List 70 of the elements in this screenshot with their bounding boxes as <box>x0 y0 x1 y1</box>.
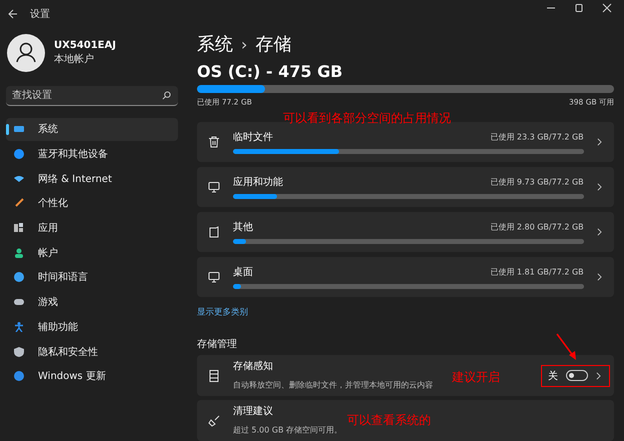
setting-description: 超过 5.00 GB 存储空间可用。 <box>233 424 344 436</box>
category-name: 临时文件 <box>233 130 273 144</box>
category-icon <box>14 297 24 308</box>
storage-sense-card[interactable]: 存储感知 自动释放空间、删除临时文件，并管理本地可用的云内容 建议开启 关 <box>197 355 614 396</box>
category-icon <box>14 149 24 160</box>
storage-icon <box>208 370 220 382</box>
category-card[interactable]: 其他 已使用 2.80 GB/77.2 GB <box>197 212 614 252</box>
annotation-arrow <box>556 333 578 361</box>
account-type: 本地帐户 <box>54 52 95 66</box>
chevron-icon <box>597 183 602 191</box>
chevron-icon <box>597 138 602 146</box>
category-usage: 已使用 1.81 GB/77.2 GB <box>490 267 584 278</box>
document-icon <box>208 226 220 238</box>
category-usage: 已使用 9.73 GB/77.2 GB <box>490 177 584 188</box>
cleanup-card[interactable]: 清理建议 超过 5.00 GB 存储空间可用。 可以查看系统的 <box>197 400 614 441</box>
sidebar-item[interactable]: 辅助功能 <box>6 316 178 338</box>
back-icon[interactable] <box>8 9 18 19</box>
avatar-icon <box>7 34 45 72</box>
section-heading: 存储管理 <box>197 338 238 351</box>
setting-title: 存储感知 <box>233 360 274 373</box>
category-icon <box>14 272 24 282</box>
category-card[interactable]: 桌面 已使用 1.81 GB/77.2 GB <box>197 257 614 297</box>
sidebar-item[interactable]: 系统 <box>6 118 178 141</box>
search-icon <box>162 91 171 100</box>
chevron-icon <box>596 372 601 380</box>
toggle-switch[interactable] <box>566 370 588 381</box>
drive-title: OS (C:) - 475 GB <box>197 62 344 81</box>
chevron-icon <box>597 228 602 236</box>
close-icon[interactable] <box>602 3 612 13</box>
setting-title: 清理建议 <box>233 404 274 418</box>
sidebar-item[interactable]: 个性化 <box>6 192 178 215</box>
category-icon <box>14 174 24 184</box>
breadcrumb-item[interactable]: 系统 <box>197 32 233 56</box>
category-card[interactable]: 应用和功能 已使用 9.73 GB/77.2 GB <box>197 167 614 207</box>
annotation-text: 可以查看系统的 <box>347 412 431 429</box>
category-name: 应用和功能 <box>233 176 283 189</box>
category-usage: 已使用 2.80 GB/77.2 GB <box>490 222 584 233</box>
sidebar-item[interactable]: Windows 更新 <box>6 364 178 388</box>
category-icon <box>14 223 24 234</box>
annotation-text: 建议开启 <box>452 369 500 386</box>
trash-icon <box>208 136 220 148</box>
category-icon <box>14 322 24 332</box>
window-title: 设置 <box>30 8 50 21</box>
account-name: UX5401EAJ <box>54 40 116 51</box>
sidebar-item[interactable]: 隐私和安全性 <box>6 340 178 363</box>
category-name: 桌面 <box>233 266 253 279</box>
category-icon <box>14 248 24 258</box>
category-icon <box>14 198 24 208</box>
search-field[interactable]: 查找设置 <box>6 86 178 106</box>
monitor-icon <box>208 271 220 283</box>
sidebar-item[interactable]: 网络 & Internet <box>6 167 178 190</box>
maximize-icon[interactable] <box>574 3 584 13</box>
category-icon <box>14 124 24 134</box>
category-name: 其他 <box>233 220 253 234</box>
breadcrumb-item: 存储 <box>255 33 292 56</box>
sidebar-item[interactable]: 游戏 <box>6 290 178 314</box>
show-more-link[interactable]: 显示更多类别 <box>197 306 552 318</box>
sidebar-item[interactable]: 应用 <box>6 216 178 240</box>
breadcrumb-separator: › <box>241 34 248 54</box>
category-icon <box>14 371 24 382</box>
sidebar-item[interactable]: 帐户 <box>6 241 178 264</box>
toggle-label: 关 <box>548 370 558 382</box>
broom-icon <box>208 414 220 426</box>
category-usage: 已使用 23.3 GB/77.2 GB <box>490 132 584 143</box>
category-icon <box>14 346 24 357</box>
sidebar-item[interactable]: 时间和语言 <box>6 266 178 289</box>
monitor-icon <box>208 181 220 193</box>
chevron-icon <box>597 273 602 281</box>
sidebar-item[interactable]: 蓝牙和其他设备 <box>6 142 178 166</box>
setting-description: 自动释放空间、删除临时文件，并管理本地可用的云内容 <box>233 380 434 391</box>
